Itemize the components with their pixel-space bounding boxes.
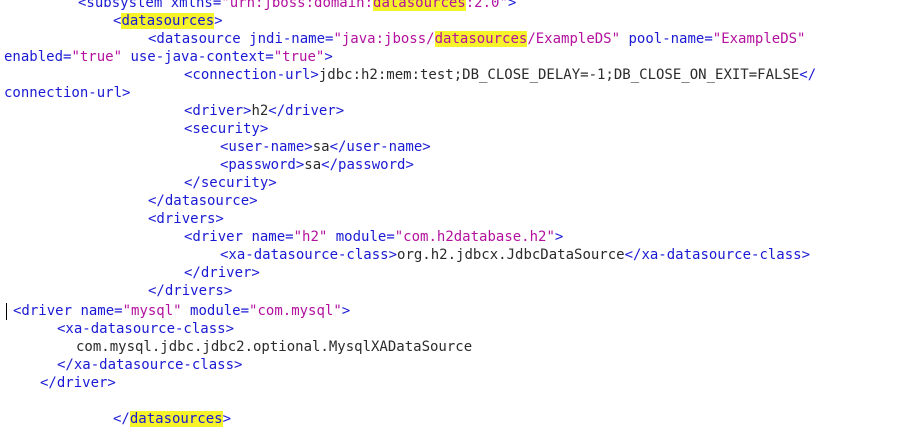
code-token: <security> xyxy=(184,121,269,137)
code-token: name= xyxy=(251,229,294,245)
code-line-3: <datasource jndi-name="java:jboss/dataso… xyxy=(148,30,805,48)
code-token: </xa-datasource-class> xyxy=(624,247,811,263)
code-token: connection-url> xyxy=(4,85,131,101)
code-token: </driver> xyxy=(268,103,345,119)
code-line-9: <user-name>sa</user-name> xyxy=(220,138,431,156)
code-token: > xyxy=(507,0,517,11)
code-token: "java:jboss/ xyxy=(333,31,435,47)
code-line-18: <driver name="mysql" module="com.mysql"> xyxy=(13,302,350,320)
code-token: <xa-datasource-class> xyxy=(57,321,235,337)
code-line-22: </driver> xyxy=(40,374,116,392)
code-line-2: <datasources> xyxy=(113,12,223,30)
code-token: sa xyxy=(304,157,322,173)
code-token: > xyxy=(222,411,232,427)
code-line-8: <security> xyxy=(184,120,268,138)
search-highlight: datasources xyxy=(121,13,215,29)
code-token: </driver> xyxy=(40,375,116,391)
code-token: <datasource xyxy=(148,31,250,47)
code-token: sa xyxy=(312,139,330,155)
code-line-17: </drivers> xyxy=(148,282,232,300)
code-line-15: <xa-datasource-class>org.h2.jdbcx.JdbcDa… xyxy=(220,246,810,264)
code-token: module= xyxy=(327,229,395,245)
code-token: name= xyxy=(80,303,123,319)
code-token: <drivers> xyxy=(148,211,224,227)
code-token: </user-name> xyxy=(329,139,431,155)
code-token: </ xyxy=(799,67,817,83)
code-token: xmlns= xyxy=(170,0,222,11)
code-token: /ExampleDS" xyxy=(527,31,621,47)
code-line-1: <subsystem xmlns="urn:jboss:domain:datas… xyxy=(78,0,516,12)
code-line-12: </datasource> xyxy=(148,192,258,210)
code-token: com.mysql.jdbc.jdbc2.optional.MysqlXADat… xyxy=(76,339,473,355)
code-token: jndi-name= xyxy=(249,31,334,47)
code-token: jdbc:h2:mem:test;DB_CLOSE_DELAY=-1;DB_CL… xyxy=(318,67,800,83)
code-token: h2 xyxy=(251,103,269,119)
code-token: </security> xyxy=(184,175,277,191)
code-token: <driver> xyxy=(184,103,252,119)
code-token: <subsystem xyxy=(78,0,171,11)
code-line-7: <driver>h2</driver> xyxy=(184,102,344,120)
code-token: "h2" xyxy=(293,229,328,245)
code-token: </driver> xyxy=(184,265,260,281)
code-token: </xa-datasource-class> xyxy=(57,357,243,373)
search-highlight: datasources xyxy=(373,0,466,11)
code-token: "com.mysql" xyxy=(249,303,342,319)
code-token: "ExampleDS" xyxy=(712,31,806,47)
code-line-14: <driver name="h2" module="com.h2database… xyxy=(184,228,563,246)
code-token: pool-name= xyxy=(620,31,713,47)
code-token: "mysql" xyxy=(122,303,182,319)
code-token: org.h2.jdbcx.JdbcDataSource xyxy=(397,247,625,263)
code-line-11: </security> xyxy=(184,174,277,192)
code-token: </datasource> xyxy=(148,193,258,209)
code-token: </drivers> xyxy=(148,283,233,299)
code-line-13: <drivers> xyxy=(148,210,224,228)
text-cursor xyxy=(6,303,7,320)
code-line-6: connection-url> xyxy=(4,84,130,102)
code-token: </ xyxy=(113,411,130,427)
code-token: <driver xyxy=(13,303,81,319)
code-token: > xyxy=(554,229,564,245)
code-line-5: <connection-url>jdbc:h2:mem:test;DB_CLOS… xyxy=(184,66,816,84)
code-token: <driver xyxy=(184,229,252,245)
search-highlight: datasources xyxy=(129,411,223,427)
code-line-10: <password>sa</password> xyxy=(220,156,414,174)
code-token: > xyxy=(324,49,333,65)
code-token: </password> xyxy=(321,157,414,173)
code-line-20: com.mysql.jdbc.jdbc2.optional.MysqlXADat… xyxy=(76,338,472,356)
code-token: > xyxy=(341,303,351,319)
code-line-4: enabled="true" use-java-context="true"> xyxy=(4,48,333,66)
code-token: "com.h2database.h2" xyxy=(394,229,555,245)
code-token: "urn:jboss:domain: xyxy=(221,0,374,11)
code-token: <xa-datasource-class> xyxy=(220,247,398,263)
code-token: <connection-url> xyxy=(184,67,319,83)
code-token: > xyxy=(214,13,223,29)
code-line-19: <xa-datasource-class> xyxy=(57,320,234,338)
code-token: :2.0" xyxy=(465,0,508,11)
code-token: enabled= xyxy=(4,49,72,65)
code-token: "true" xyxy=(273,49,325,65)
code-line-24: </datasources> xyxy=(113,410,231,428)
code-token: <password> xyxy=(220,157,305,173)
search-highlight: datasources xyxy=(434,31,528,47)
code-token: use-java-context= xyxy=(122,49,274,65)
code-line-21: </xa-datasource-class> xyxy=(57,356,242,374)
code-token: <user-name> xyxy=(220,139,313,155)
code-token: module= xyxy=(181,303,250,319)
code-token: "true" xyxy=(71,49,123,65)
code-editor[interactable]: <subsystem xmlns="urn:jboss:domain:datas… xyxy=(0,0,897,430)
code-line-16: </driver> xyxy=(184,264,260,282)
